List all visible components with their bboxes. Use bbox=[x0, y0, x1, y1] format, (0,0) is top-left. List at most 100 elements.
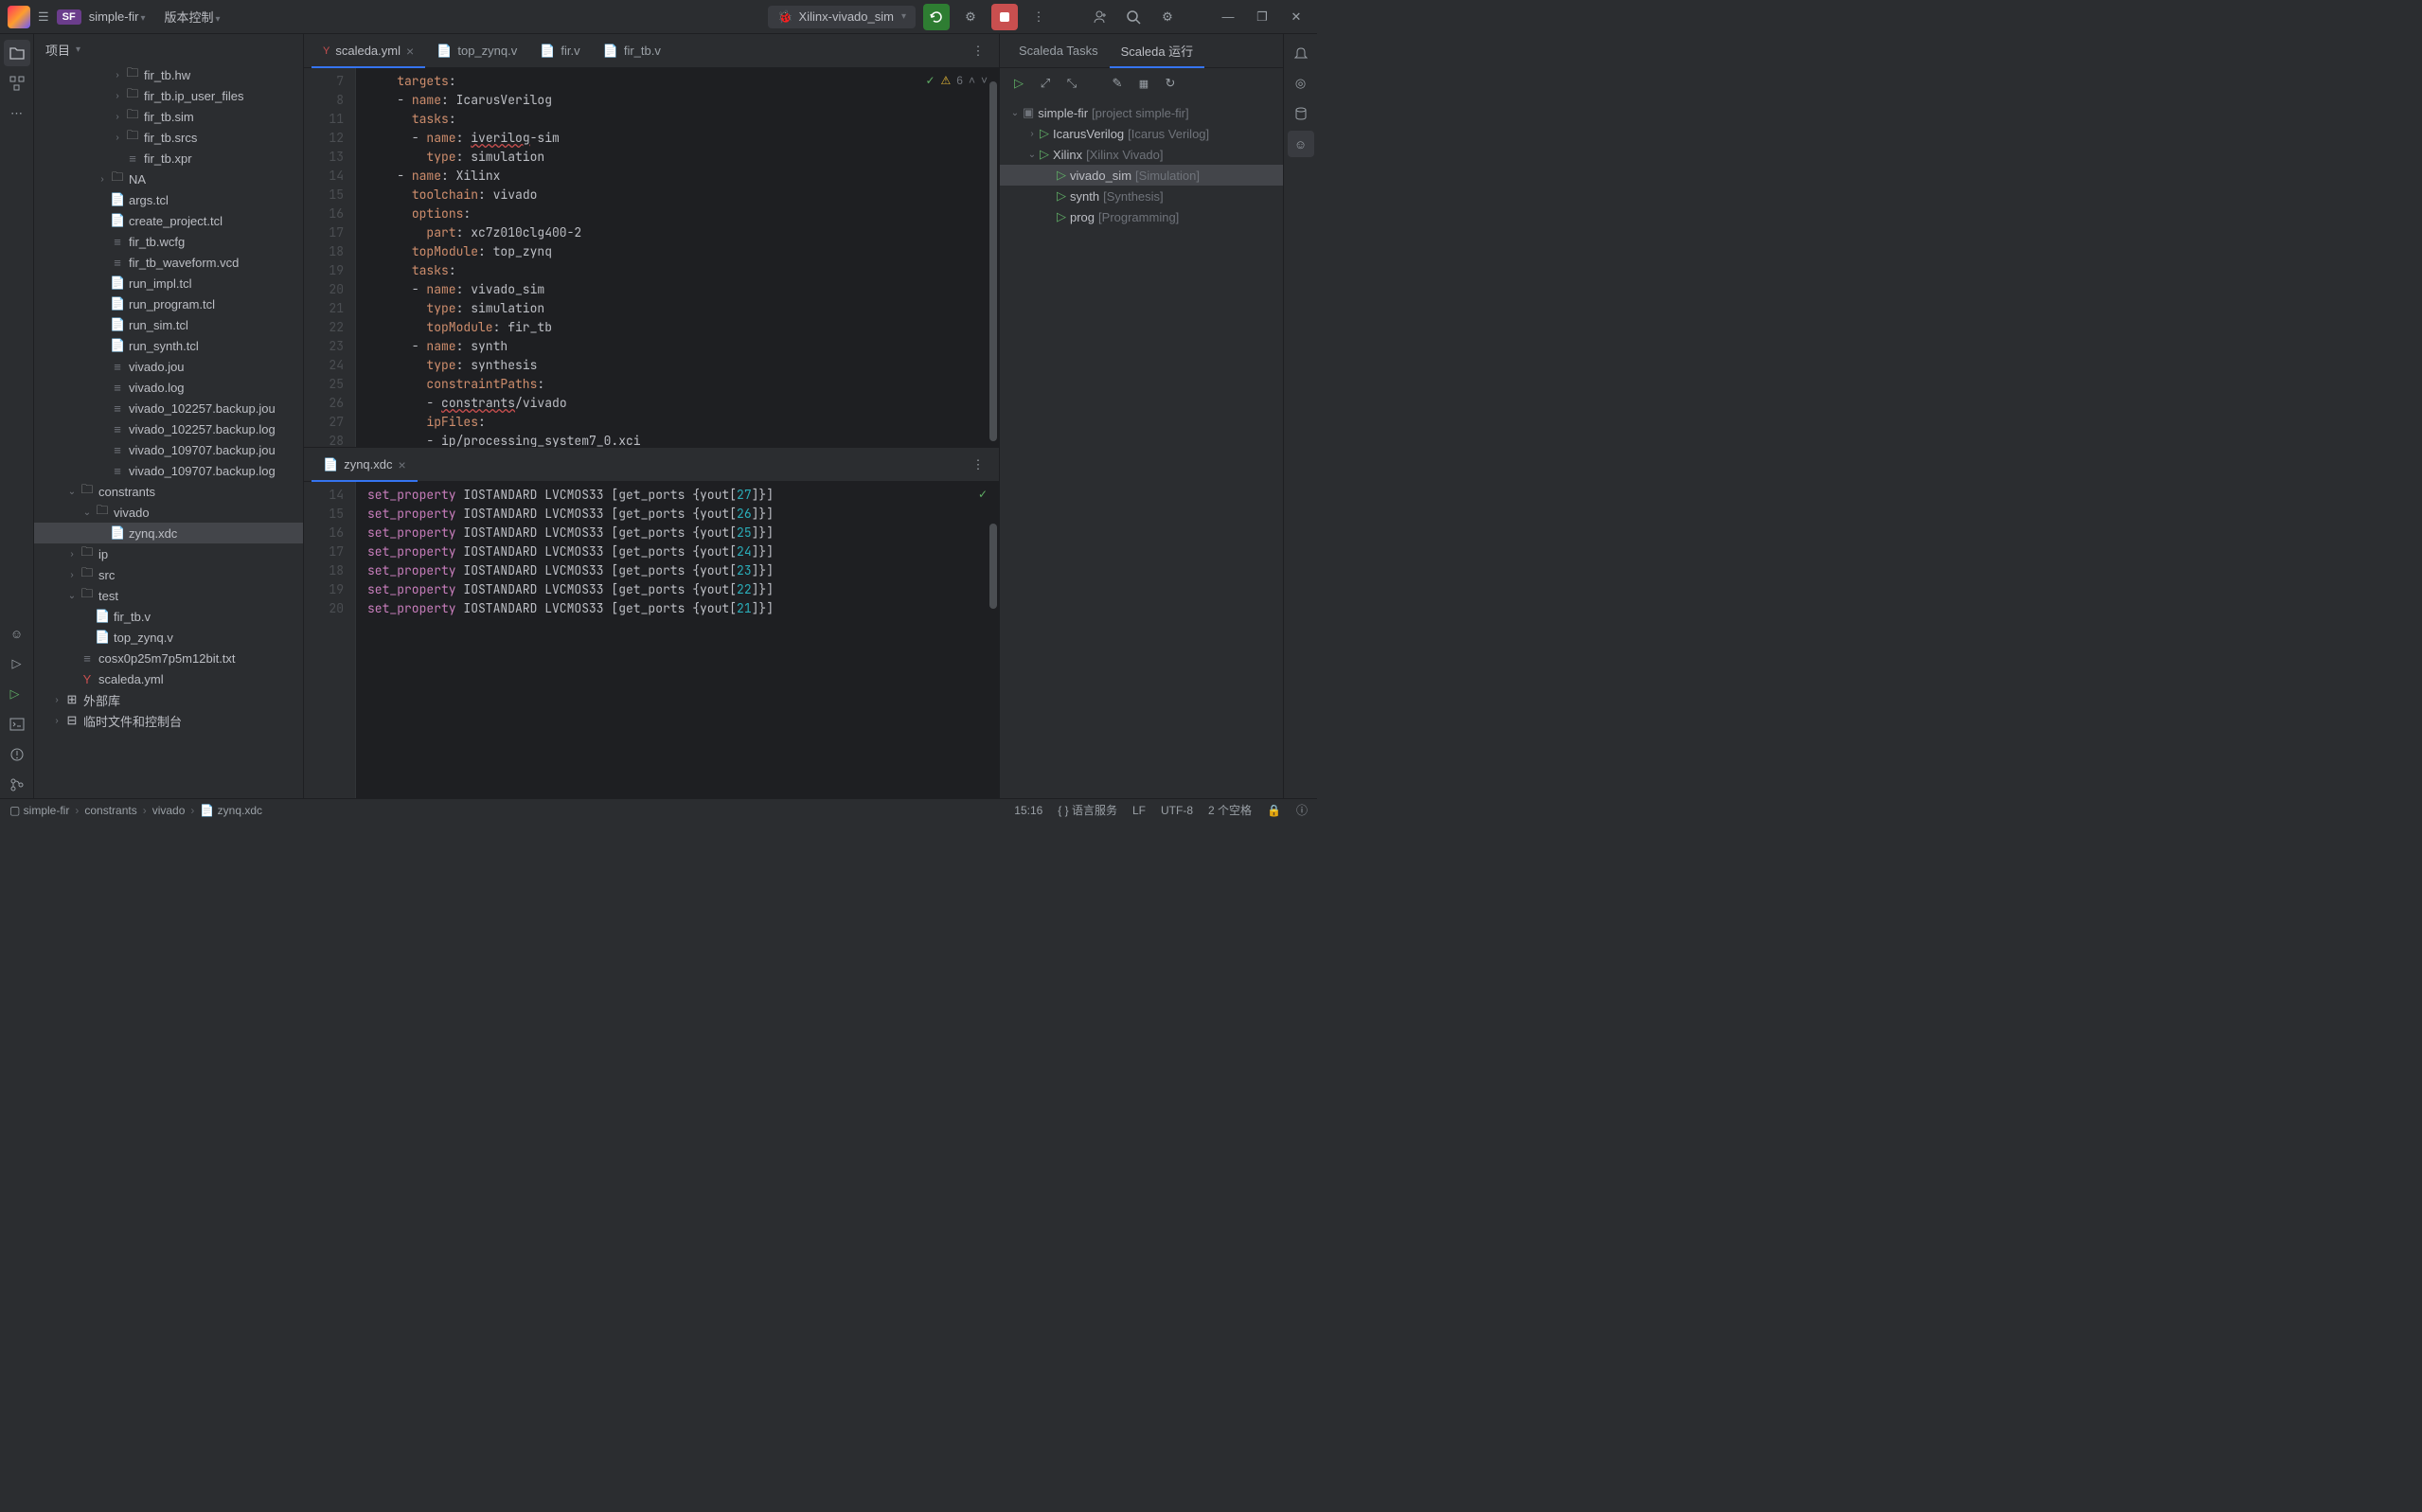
tree-item[interactable]: 📄create_project.tcl bbox=[34, 210, 303, 231]
tree-item[interactable]: ›⊟临时文件和控制台 bbox=[34, 710, 303, 731]
main-menu-icon[interactable]: ☰ bbox=[38, 9, 49, 25]
problems-tool-icon[interactable] bbox=[4, 741, 30, 768]
tree-item[interactable]: ›⊞外部库 bbox=[34, 689, 303, 710]
tool-icon-2[interactable]: ▷ bbox=[4, 650, 30, 677]
database-icon[interactable] bbox=[1288, 100, 1314, 127]
scrollbar[interactable] bbox=[989, 72, 997, 443]
refresh-icon[interactable]: ↻ bbox=[1159, 72, 1182, 95]
task-item[interactable]: ▷vivado_sim [Simulation] bbox=[1000, 165, 1283, 186]
tree-item[interactable]: ≡vivado_109707.backup.jou bbox=[34, 439, 303, 460]
scrollbar[interactable] bbox=[989, 486, 997, 794]
tree-item[interactable]: ›🗀fir_tb.hw bbox=[34, 64, 303, 85]
tree-item[interactable]: ›🗀ip bbox=[34, 543, 303, 564]
editor-tab[interactable]: 📄top_zynq.v bbox=[425, 34, 528, 68]
maximize-button[interactable]: ❐ bbox=[1249, 4, 1275, 30]
expand-icon[interactable]: ⤢ bbox=[1034, 72, 1057, 95]
project-menu[interactable]: simple-fir▾ bbox=[89, 9, 146, 24]
tree-item[interactable]: ›🗀fir_tb.srcs bbox=[34, 127, 303, 148]
tree-item[interactable]: 📄run_program.tcl bbox=[34, 294, 303, 314]
tree-item[interactable]: ≡fir_tb.wcfg bbox=[34, 231, 303, 252]
vcs-menu[interactable]: 版本控制▾ bbox=[164, 8, 220, 26]
status-encoding[interactable]: UTF-8 bbox=[1161, 804, 1193, 817]
tree-item[interactable]: 📄run_synth.tcl bbox=[34, 335, 303, 356]
task-item[interactable]: ⌄▷Xilinx [Xilinx Vivado] bbox=[1000, 144, 1283, 165]
editor-tab[interactable]: Yscaleda.yml× bbox=[312, 34, 425, 68]
search-icon[interactable] bbox=[1120, 4, 1147, 30]
debug-button[interactable]: ⚙ bbox=[957, 4, 984, 30]
status-indent[interactable]: 2 个空格 bbox=[1208, 802, 1252, 818]
tree-item[interactable]: 📄zynq.xdc bbox=[34, 523, 303, 543]
tree-item[interactable]: ≡vivado.log bbox=[34, 377, 303, 398]
close-button[interactable]: ✕ bbox=[1283, 4, 1309, 30]
tab-scaleda-tasks[interactable]: Scaleda Tasks bbox=[1007, 34, 1110, 68]
editor-inspection-status[interactable]: ✓ ⚠ 6 ˄ ˅ bbox=[925, 74, 988, 87]
tree-item[interactable]: ⌄🗀test bbox=[34, 585, 303, 606]
run-tool-icon[interactable]: ▷ bbox=[4, 681, 30, 707]
tree-item[interactable]: ⌄🗀constrants bbox=[34, 481, 303, 502]
breadcrumb-item[interactable]: ▢ simple-fir bbox=[9, 804, 69, 817]
breadcrumb-item[interactable]: 📄 zynq.xdc bbox=[200, 804, 262, 817]
editor-bottom-pane[interactable]: 14151617181920 set_property IOSTANDARD L… bbox=[304, 482, 999, 798]
code-with-me-icon[interactable] bbox=[1086, 4, 1113, 30]
task-tree[interactable]: ⌄▣simple-fir [project simple-fir]›▷Icaru… bbox=[1000, 98, 1283, 798]
tree-item[interactable]: 📄args.tcl bbox=[34, 189, 303, 210]
tree-item[interactable]: ≡vivado.jou bbox=[34, 356, 303, 377]
more-tools-icon[interactable]: ⋯ bbox=[4, 100, 30, 127]
breadcrumb-item[interactable]: vivado bbox=[152, 804, 186, 817]
tree-item[interactable]: ≡vivado_102257.backup.jou bbox=[34, 398, 303, 418]
task-item[interactable]: ⌄▣simple-fir [project simple-fir] bbox=[1000, 102, 1283, 123]
collapse-icon[interactable]: ⤡ bbox=[1060, 72, 1083, 95]
editor-tab[interactable]: 📄fir.v bbox=[528, 34, 591, 68]
breadcrumbs[interactable]: ▢ simple-fir›constrants›vivado›📄 zynq.xd… bbox=[9, 804, 262, 817]
status-lang[interactable]: { } 语言服务 bbox=[1058, 802, 1117, 818]
close-icon[interactable]: × bbox=[399, 457, 406, 472]
tool-icon-1[interactable]: ☺ bbox=[4, 620, 30, 647]
run-task-icon[interactable]: ▷ bbox=[1007, 72, 1030, 95]
project-tree[interactable]: ›🗀fir_tb.hw›🗀fir_tb.ip_user_files›🗀fir_t… bbox=[34, 64, 303, 798]
lock-icon[interactable]: 🔒 bbox=[1267, 804, 1281, 817]
scaleda-tasks-icon[interactable]: ☺ bbox=[1288, 131, 1314, 157]
tree-item[interactable]: ≡cosx0p25m7p5m12bit.txt bbox=[34, 648, 303, 668]
status-line-ending[interactable]: LF bbox=[1132, 804, 1146, 817]
tree-item[interactable]: 📄fir_tb.v bbox=[34, 606, 303, 627]
project-tool-icon[interactable] bbox=[4, 40, 30, 66]
info-icon[interactable]: ⓘ bbox=[1296, 802, 1308, 818]
chevron-up-icon[interactable]: ˄ bbox=[969, 74, 975, 87]
tree-item[interactable]: ›🗀fir_tb.sim bbox=[34, 106, 303, 127]
scaleda-icon[interactable]: ◎ bbox=[1288, 70, 1314, 97]
tree-item[interactable]: ≡vivado_102257.backup.log bbox=[34, 418, 303, 439]
run-config-selector[interactable]: 🐞 Xilinx-vivado_sim ▾ bbox=[768, 6, 916, 28]
tree-item[interactable]: ›🗀NA bbox=[34, 169, 303, 189]
task-item[interactable]: ▷prog [Programming] bbox=[1000, 206, 1283, 227]
editor-tab[interactable]: 📄fir_tb.v bbox=[592, 34, 672, 68]
tree-item[interactable]: ≡vivado_109707.backup.log bbox=[34, 460, 303, 481]
status-time[interactable]: 15:16 bbox=[1014, 804, 1042, 817]
editor-content[interactable]: targets: - name: IcarusVerilog tasks: - … bbox=[356, 68, 999, 447]
project-panel-header[interactable]: 项目▾ bbox=[34, 34, 303, 64]
tree-item[interactable]: ›🗀fir_tb.ip_user_files bbox=[34, 85, 303, 106]
tree-item[interactable]: ⌄🗀vivado bbox=[34, 502, 303, 523]
tab-zynq-xdc[interactable]: 📄 zynq.xdc × bbox=[312, 448, 418, 482]
edit-icon[interactable]: ✎ bbox=[1106, 72, 1129, 95]
close-icon[interactable]: × bbox=[406, 44, 414, 59]
notifications-icon[interactable] bbox=[1288, 40, 1314, 66]
settings-icon[interactable]: ⚙ bbox=[1154, 4, 1181, 30]
breadcrumb-item[interactable]: constrants bbox=[84, 804, 136, 817]
git-tool-icon[interactable] bbox=[4, 772, 30, 798]
grid-icon[interactable]: ▦ bbox=[1132, 72, 1155, 95]
stop-button[interactable] bbox=[991, 4, 1018, 30]
tree-item[interactable]: Yscaleda.yml bbox=[34, 668, 303, 689]
more-icon[interactable]: ⋮ bbox=[1025, 4, 1052, 30]
structure-tool-icon[interactable] bbox=[4, 70, 30, 97]
tree-item[interactable]: 📄top_zynq.v bbox=[34, 627, 303, 648]
tab-more-icon[interactable]: ⋮ bbox=[965, 452, 991, 478]
tree-item[interactable]: ≡fir_tb_waveform.vcd bbox=[34, 252, 303, 273]
task-item[interactable]: ▷synth [Synthesis] bbox=[1000, 186, 1283, 206]
tree-item[interactable]: 📄run_sim.tcl bbox=[34, 314, 303, 335]
run-button[interactable] bbox=[923, 4, 950, 30]
editor-top-pane[interactable]: 7811121314151617181920212223242526272829… bbox=[304, 68, 999, 448]
editor-inspection-status[interactable]: ✓ bbox=[978, 488, 988, 501]
tab-scaleda-run[interactable]: Scaleda 运行 bbox=[1110, 34, 1205, 68]
tree-item[interactable]: ≡fir_tb.xpr bbox=[34, 148, 303, 169]
task-item[interactable]: ›▷IcarusVerilog [Icarus Verilog] bbox=[1000, 123, 1283, 144]
